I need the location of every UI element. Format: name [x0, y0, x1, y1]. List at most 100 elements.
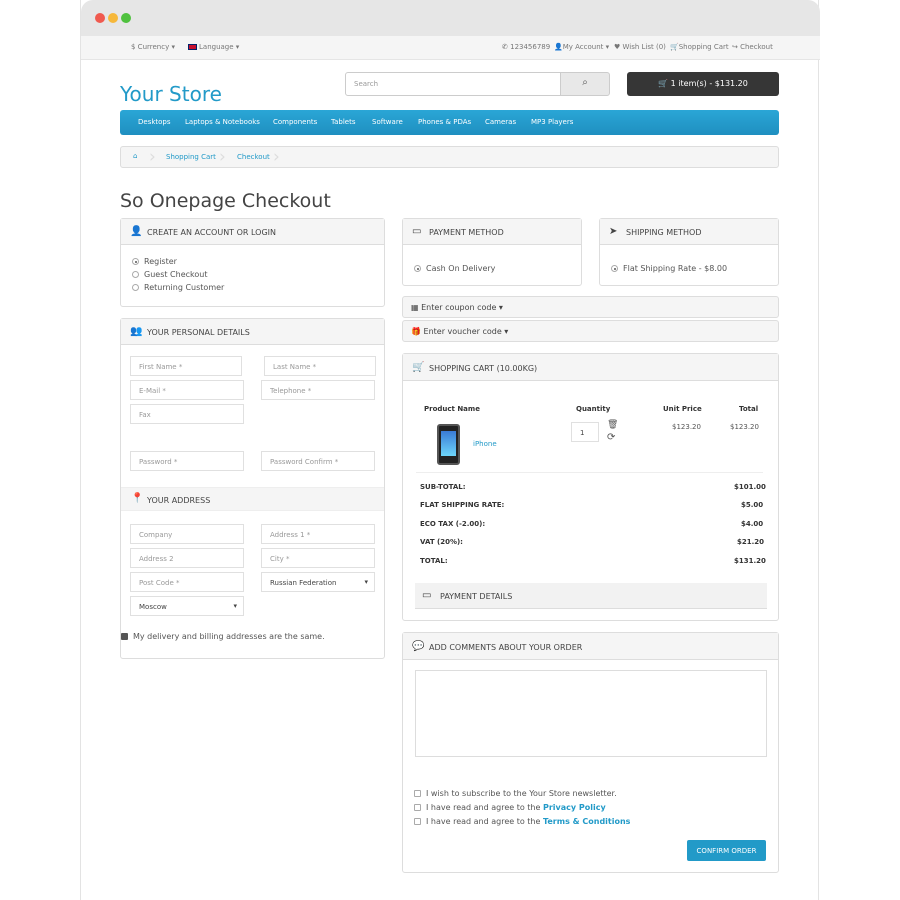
- address1-field[interactable]: Address 1 *: [261, 524, 375, 544]
- search-button[interactable]: ⌕: [560, 72, 610, 96]
- page-title: So Onepage Checkout: [120, 190, 331, 212]
- breadcrumb-separator: ›: [149, 147, 156, 167]
- checkbox[interactable]: [414, 804, 421, 811]
- comments-panel: 💬 ADD COMMENTS ABOUT YOUR ORDER I wish to…: [402, 632, 779, 873]
- iphone-image[interactable]: [437, 424, 460, 465]
- nav-item-components[interactable]: Components: [273, 118, 317, 126]
- radio-label: Register: [144, 257, 177, 266]
- eco-tax-value: $4.00: [741, 520, 764, 528]
- checkbox[interactable]: [121, 633, 128, 640]
- last-name-field[interactable]: Last Name *: [264, 356, 376, 376]
- col-product-name: Product Name: [424, 405, 480, 413]
- confirm-order-button[interactable]: CONFIRM ORDER: [687, 840, 766, 861]
- gift-icon: 🎁: [411, 327, 421, 336]
- nav-item-mp3[interactable]: MP3 Players: [531, 118, 573, 126]
- nav-item-desktops[interactable]: Desktops: [138, 118, 171, 126]
- city-field[interactable]: City *: [261, 548, 375, 568]
- password-field[interactable]: Password *: [130, 451, 244, 471]
- voucher-toggle[interactable]: 🎁 Enter voucher code ▾: [402, 320, 779, 342]
- credit-card-icon: ▭: [422, 590, 432, 601]
- privacy-policy-link[interactable]: Privacy Policy: [543, 803, 606, 812]
- nav-item-software[interactable]: Software: [372, 118, 403, 126]
- radio-returning-customer[interactable]: Returning Customer: [132, 283, 224, 292]
- refresh-icon[interactable]: ⟳: [607, 432, 615, 443]
- radio-button[interactable]: [132, 271, 139, 278]
- checkbox[interactable]: [414, 818, 421, 825]
- payment-method-panel: ▭ PAYMENT METHOD Cash On Delivery: [402, 218, 582, 286]
- shopping-cart-title: SHOPPING CART (10.00KG): [429, 364, 538, 373]
- trash-icon[interactable]: 🗑: [607, 420, 618, 430]
- location-arrow-icon: ➤: [609, 226, 618, 237]
- radio-register[interactable]: Register: [132, 257, 177, 266]
- breadcrumb: ⌂ › Shopping Cart › Checkout ›: [120, 146, 779, 168]
- payment-option-label: Cash On Delivery: [426, 264, 496, 273]
- nav-item-cameras[interactable]: Cameras: [485, 118, 516, 126]
- payment-details-header[interactable]: ▭ PAYMENT DETAILS: [415, 583, 767, 609]
- barcode-icon: ▦: [411, 303, 419, 312]
- quantity-input[interactable]: 1: [571, 422, 599, 442]
- coupon-toggle[interactable]: ▦ Enter coupon code ▾: [402, 296, 779, 318]
- store-logo[interactable]: Your Store: [120, 82, 222, 106]
- col-unit-price: Unit Price: [663, 405, 702, 413]
- radio-button[interactable]: [132, 258, 139, 265]
- terms-checkbox[interactable]: I have read and agree to the Terms & Con…: [414, 817, 630, 826]
- comments-title: ADD COMMENTS ABOUT YOUR ORDER: [429, 643, 583, 652]
- radio-button[interactable]: [132, 284, 139, 291]
- cart-icon: 🛒: [412, 362, 425, 373]
- newsletter-checkbox[interactable]: I wish to subscribe to the Your Store ne…: [414, 789, 617, 798]
- nav-item-tablets[interactable]: Tablets: [331, 118, 356, 126]
- divider: [416, 472, 763, 473]
- email-field[interactable]: E-Mail *: [130, 380, 244, 400]
- radio-button[interactable]: [611, 265, 618, 272]
- shipping-rate-value: $5.00: [741, 501, 764, 509]
- map-marker-icon: 📍: [131, 493, 144, 504]
- line-total: $123.20: [730, 423, 759, 431]
- radio-guest-checkout[interactable]: Guest Checkout: [132, 270, 207, 279]
- company-field[interactable]: Company: [130, 524, 244, 544]
- address-header: 📍 YOUR ADDRESS: [121, 487, 384, 511]
- shopping-cart-panel: 🛒 SHOPPING CART (10.00KG) Product Name Qu…: [402, 353, 779, 621]
- country-select[interactable]: Russian Federation: [261, 572, 375, 592]
- post-code-field[interactable]: Post Code *: [130, 572, 244, 592]
- radio-label: Guest Checkout: [144, 270, 208, 279]
- search-input[interactable]: Search: [345, 72, 561, 96]
- breadcrumb-separator: ›: [273, 147, 280, 167]
- radio-flat-shipping[interactable]: Flat Shipping Rate - $8.00: [611, 264, 727, 273]
- radio-cash-on-delivery[interactable]: Cash On Delivery: [414, 264, 495, 273]
- cart-button-label: 1 item(s) - $131.20: [670, 79, 748, 88]
- payment-details-title: PAYMENT DETAILS: [440, 592, 513, 601]
- cart-button[interactable]: 🛒 1 item(s) - $131.20: [627, 72, 779, 96]
- privacy-checkbox[interactable]: I have read and agree to the Privacy Pol…: [414, 803, 606, 812]
- account-panel-title: CREATE AN ACCOUNT OR LOGIN: [147, 228, 277, 237]
- nav-item-phones[interactable]: Phones & PDAs: [418, 118, 471, 126]
- shipping-option-label: Flat Shipping Rate - $8.00: [623, 264, 728, 273]
- radio-button[interactable]: [414, 265, 421, 272]
- telephone-field[interactable]: Telephone *: [261, 380, 375, 400]
- breadcrumb-checkout[interactable]: Checkout: [237, 153, 270, 161]
- comments-textarea[interactable]: [415, 670, 767, 757]
- comment-icon: 💬: [412, 641, 425, 652]
- radio-label: Returning Customer: [144, 283, 225, 292]
- terms-link[interactable]: Terms & Conditions: [543, 817, 630, 826]
- address2-field[interactable]: Address 2: [130, 548, 244, 568]
- payment-method-title: PAYMENT METHOD: [429, 228, 504, 237]
- comments-header: 💬 ADD COMMENTS ABOUT YOUR ORDER: [403, 633, 778, 660]
- product-link[interactable]: iPhone: [473, 440, 497, 448]
- coupon-label: Enter coupon code: [421, 303, 497, 312]
- same-address-checkbox[interactable]: My delivery and billing addresses are th…: [121, 632, 325, 641]
- breadcrumb-shopping-cart[interactable]: Shopping Cart: [166, 153, 216, 161]
- region-select[interactable]: Moscow: [130, 596, 244, 616]
- vat-value: $21.20: [737, 538, 765, 546]
- total-label: TOTAL:: [420, 557, 448, 565]
- fax-field[interactable]: Fax: [130, 404, 244, 424]
- first-name-field[interactable]: First Name *: [130, 356, 242, 376]
- payment-method-header: ▭ PAYMENT METHOD: [403, 219, 581, 245]
- nav-item-laptops[interactable]: Laptops & Notebooks: [185, 118, 260, 126]
- shipping-rate-label: FLAT SHIPPING RATE:: [420, 501, 505, 509]
- newsletter-label: I wish to subscribe to the Your Store ne…: [426, 789, 617, 798]
- add-user-icon: 👥: [130, 326, 143, 337]
- personal-details-header: 👥 YOUR PERSONAL DETAILS: [121, 319, 384, 345]
- home-icon[interactable]: ⌂: [133, 152, 137, 160]
- checkbox[interactable]: [414, 790, 421, 797]
- password-confirm-field[interactable]: Password Confirm *: [261, 451, 375, 471]
